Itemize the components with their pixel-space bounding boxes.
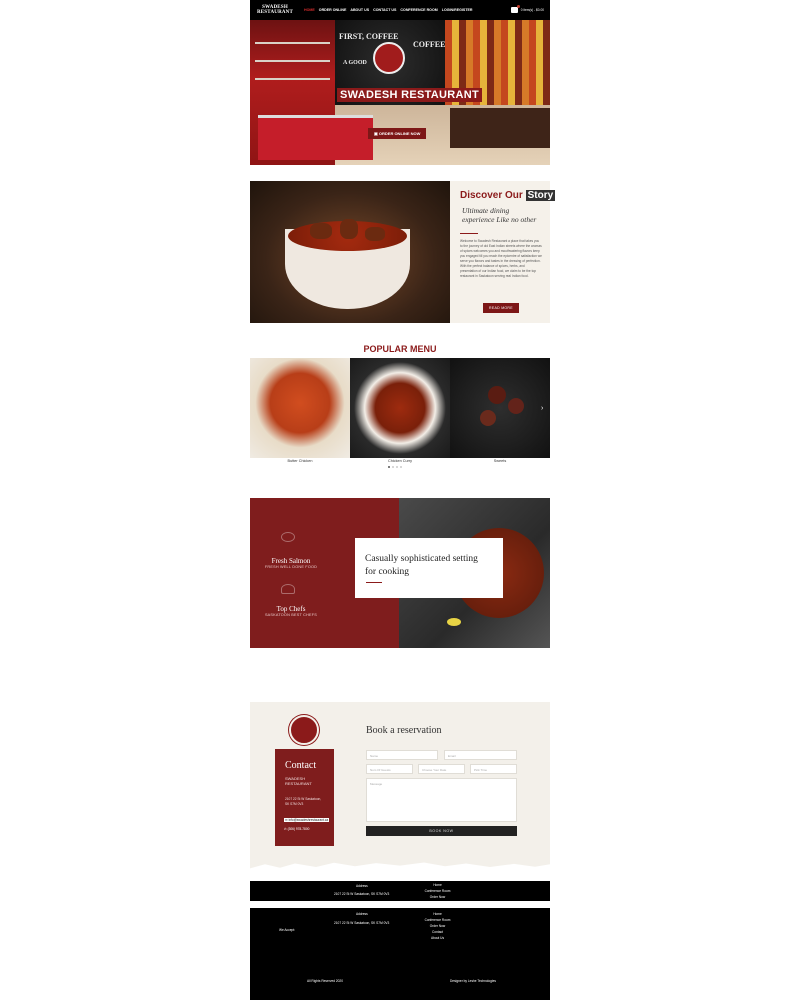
we-accept-label: We Accept: — [279, 928, 296, 932]
story-body: Welcome to Swadesh Restaurant a place th… — [460, 239, 542, 278]
nav-link-conference-room[interactable]: CONFERENCE ROOM — [400, 8, 437, 12]
torn-paper-edge — [250, 862, 550, 874]
menu-item-sweets-image[interactable] — [450, 358, 550, 458]
nav-link-login-register[interactable]: LOGIN/REGISTER — [442, 8, 473, 12]
menu-carousel — [250, 358, 550, 458]
footer-address: 2107 22 St W Saskatoon, SK S7M 0V3 — [334, 921, 390, 925]
hero-title: SWADESH RESTAURANT — [337, 88, 483, 102]
sweet-ball — [480, 410, 496, 426]
footer-link-order-now[interactable]: Order Now — [420, 894, 455, 900]
menu-item-chicken-curry-image[interactable] — [350, 358, 450, 458]
hero-shelf — [255, 42, 330, 44]
date-input[interactable]: Choose Your Date — [418, 764, 465, 774]
divider — [460, 233, 478, 234]
story-title: Discover Our Story — [460, 190, 556, 201]
meat-chunk — [365, 227, 385, 241]
lemon-wedge — [447, 618, 461, 626]
nav-link-contact-us[interactable]: CONTACT US — [373, 8, 396, 12]
cart-widget[interactable]: 0 item(s) - $0.00 — [510, 5, 544, 13]
feature-card: Casually sophisticated setting for cooki… — [355, 538, 503, 598]
popular-menu-title: POPULAR MENU — [363, 344, 437, 354]
sweet-ball — [488, 386, 506, 404]
feature-subtitle: SASKATOON BEST CHEFS — [264, 613, 318, 617]
feature-card-text: Casually sophisticated setting for cooki… — [365, 554, 478, 577]
carousel-dot[interactable] — [388, 466, 390, 468]
email-input[interactable]: Email — [444, 750, 517, 760]
reservation-form-title: Book a reservation — [366, 725, 442, 736]
carousel-dot[interactable] — [392, 466, 394, 468]
book-now-button[interactable]: BOOK NOW — [366, 826, 517, 836]
name-input[interactable]: Name — [366, 750, 438, 760]
chef-hat-icon — [281, 584, 295, 594]
meat-chunk — [310, 223, 332, 239]
carousel-dots — [388, 466, 402, 468]
footer-address: 2107 22 St W Saskatoon, SK S7M 0V3 — [334, 892, 390, 896]
cart-summary: 0 item(s) - $0.00 — [520, 8, 544, 12]
nav-link-order-online[interactable]: ORDER ONLINE — [319, 8, 347, 12]
restaurant-emblem-icon — [289, 715, 319, 745]
hero-counter — [258, 115, 373, 160]
reservation-section: Contact SWADESH RESTAURANT 2107 22 St W … — [250, 702, 550, 874]
contact-name: SWADESH RESTAURANT — [285, 776, 312, 786]
story-section: Discover Our Story Ultimate dining exper… — [250, 181, 556, 323]
designer-credit: Designer by Leshe Technologies — [450, 979, 497, 983]
footer-links: Home Conference Room Order Now Contact A… — [420, 911, 455, 941]
mural-word: FIRST, COFFEE — [339, 32, 399, 41]
hero-cabinets — [450, 108, 550, 148]
menu-item-label: Sweets — [493, 459, 507, 463]
nav-links: HOME ORDER ONLINE ABOUT US CONTACT US CO… — [304, 8, 473, 12]
footer-strip: Address 2107 22 St W Saskatoon, SK S7M 0… — [250, 881, 550, 901]
mural-emblem-icon — [373, 42, 405, 74]
story-subtitle: Ultimate dining experience Like no other — [462, 206, 537, 224]
contact-email[interactable]: ✉ info@swadeshrestaurant.ca — [284, 818, 330, 822]
time-input[interactable]: Pick Time — [470, 764, 517, 774]
contact-address: 2107 22 St W Saskatoon, SK S7M 0V3 — [285, 797, 322, 806]
fish-icon — [281, 532, 295, 542]
message-textarea[interactable]: Message — [366, 778, 517, 822]
read-more-button[interactable]: READ MORE — [483, 303, 519, 313]
contact-title: Contact — [285, 760, 317, 771]
feature-title: Fresh Salmon — [271, 557, 311, 565]
nav-link-about-us[interactable]: ABOUT US — [350, 8, 369, 12]
mural-word: COFFEE — [413, 40, 446, 49]
mural-word: A GOOD — [343, 60, 367, 66]
carousel-dot[interactable] — [400, 466, 402, 468]
feature-section: Fresh Salmon FRESH WELL DONE FOOD Top Ch… — [250, 498, 550, 648]
contact-card: Contact SWADESH RESTAURANT 2107 22 St W … — [275, 749, 334, 846]
feature-subtitle: FRESH WELL DONE FOOD — [264, 565, 318, 569]
hero-banner: FIRST, COFFEE COFFEE A GOOD SWADESH REST… — [250, 20, 550, 165]
copyright: All Rights Reserved 2020 — [307, 979, 343, 983]
footer-main: Address 2107 22 St W Saskatoon, SK S7M 0… — [250, 908, 550, 1000]
footer-address-label: Address — [356, 912, 368, 916]
site-logo[interactable]: SWADESH RESTAURANT — [250, 0, 300, 20]
curry-bowl-image — [250, 181, 450, 323]
footer-links: Home Conference Room Order Now — [420, 882, 455, 900]
hero-shelf — [255, 60, 330, 62]
sweet-ball — [508, 398, 524, 414]
feature-title: Top Chefs — [276, 605, 306, 613]
footer-link-about-us[interactable]: About Us — [420, 935, 455, 941]
divider — [366, 582, 382, 583]
top-navigation-bar: SWADESH RESTAURANT HOME ORDER ONLINE ABO… — [250, 0, 550, 20]
contact-phone[interactable]: ✆ (306) 978-7800 — [284, 827, 309, 831]
menu-item-label: Butter Chicken — [287, 459, 313, 463]
carousel-next-arrow-icon[interactable]: › — [541, 405, 543, 412]
num-guests-input[interactable]: Num Of Guests — [366, 764, 413, 774]
menu-item-label: Chicken Curry — [387, 459, 413, 463]
footer-address-label: Address — [356, 884, 368, 888]
menu-item-butter-chicken-image[interactable] — [250, 358, 350, 458]
hero-shelf — [255, 78, 330, 80]
nav-link-home[interactable]: HOME — [304, 8, 315, 12]
carousel-dot[interactable] — [396, 466, 398, 468]
cart-icon[interactable] — [510, 5, 520, 13]
meat-chunk — [340, 219, 358, 239]
order-online-button[interactable]: ▣ ORDER ONLINE NOW — [368, 128, 427, 139]
